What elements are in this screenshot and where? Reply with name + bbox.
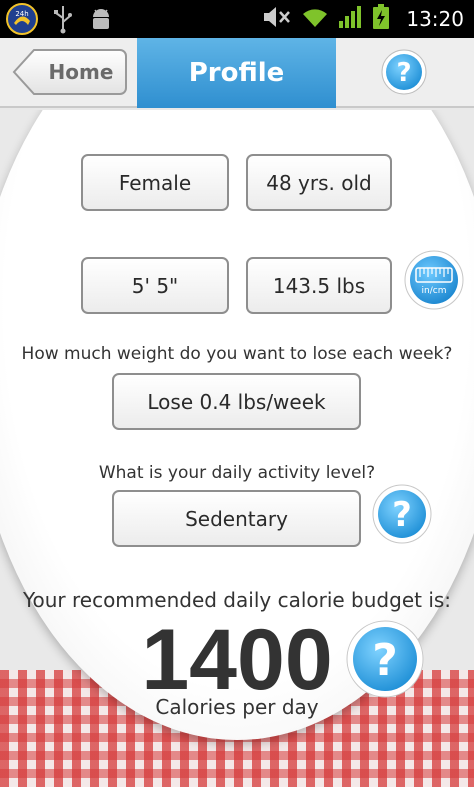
activity-level-question: What is your daily activity level?: [98, 463, 376, 483]
help-glyph: ?: [396, 58, 411, 88]
android-debug-icon: [88, 4, 114, 34]
signal-icon: [338, 5, 364, 33]
help-glyph: ?: [372, 635, 398, 686]
weight-button[interactable]: 143.5 lbs: [246, 257, 392, 314]
activity-level-button[interactable]: Sedentary: [112, 490, 361, 547]
header-help-button[interactable]: ?: [380, 48, 428, 100]
status-clock: 13:20: [406, 7, 464, 31]
help-icon: ?: [372, 484, 432, 544]
home-button-label: Home: [48, 60, 114, 84]
calorie-budget-heading: Your recommended daily calorie budget is…: [22, 588, 452, 612]
page-title: Profile: [137, 38, 336, 108]
weekly-goal-button[interactable]: Lose 0.4 lbs/week: [112, 373, 361, 430]
profile-content: Female 48 yrs. old 5' 5" 143.5 lbs in/cm: [0, 110, 474, 787]
status-left: 24h: [6, 3, 114, 35]
mute-icon: [262, 5, 292, 33]
status-bar: 24h 13:20: [0, 0, 474, 38]
height-button[interactable]: 5' 5": [81, 257, 229, 314]
app-icon-text: 24h: [15, 10, 28, 18]
home-button[interactable]: Home: [10, 48, 128, 96]
wifi-icon: [300, 5, 330, 33]
calorie-help-button[interactable]: ?: [346, 620, 424, 702]
help-glyph: ?: [392, 495, 412, 535]
calorie-unit-label: Calories per day: [155, 695, 319, 719]
app-launcher-icon: 24h: [6, 3, 38, 35]
units-toggle-label: in/cm: [422, 286, 447, 296]
activity-help-button[interactable]: ?: [372, 484, 432, 548]
ruler-icon: in/cm: [404, 250, 464, 310]
help-icon: ?: [381, 49, 427, 95]
status-right: 13:20: [262, 0, 464, 38]
usb-icon: [52, 4, 74, 34]
gender-button[interactable]: Female: [81, 154, 229, 211]
battery-charging-icon: [372, 4, 390, 34]
age-button[interactable]: 48 yrs. old: [246, 154, 392, 211]
help-icon: ?: [346, 620, 424, 698]
header-bar: Home Profile ?: [0, 38, 474, 108]
weekly-goal-question: How much weight do you want to lose each…: [21, 344, 453, 364]
units-toggle-button[interactable]: in/cm: [404, 250, 464, 310]
